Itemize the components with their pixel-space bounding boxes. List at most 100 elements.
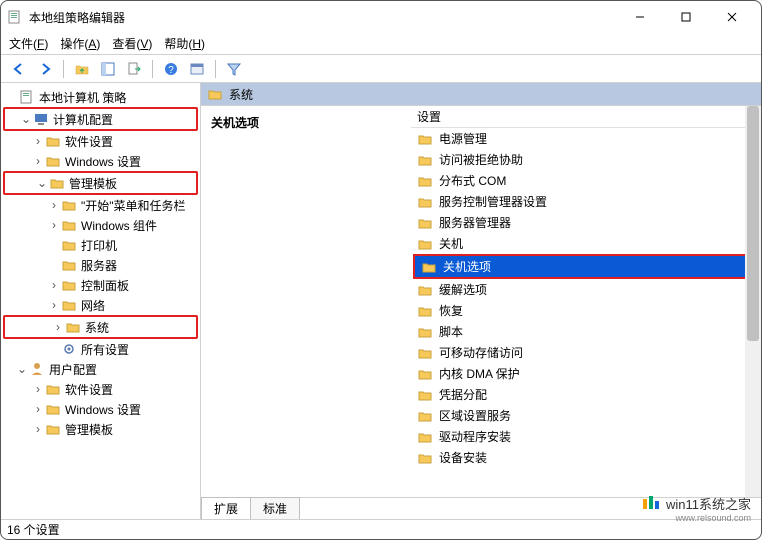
list-item[interactable]: 关机选项 [415, 256, 757, 277]
content-header: 系统 [201, 83, 761, 105]
list-item[interactable]: 设备安装 [411, 447, 761, 468]
list-item[interactable]: 服务器管理器 [411, 212, 761, 233]
tree-item[interactable]: ›Windows 设置 [1, 399, 200, 419]
chevron-right-icon[interactable]: › [31, 422, 45, 436]
folder-icon [417, 173, 433, 189]
list-item[interactable]: 电源管理 [411, 128, 761, 149]
scroll-thumb[interactable] [747, 106, 759, 341]
toolbar-separator [215, 60, 216, 78]
chevron-right-icon[interactable]: › [47, 198, 61, 212]
scrollbar[interactable] [745, 106, 761, 497]
app-icon [7, 9, 23, 25]
tree-item-admin-templates[interactable]: ⌄ 管理模板 [5, 173, 196, 193]
svg-text:?: ? [168, 65, 174, 76]
chevron-down-icon[interactable]: ⌄ [35, 176, 49, 190]
folder-icon [49, 175, 65, 191]
menu-view[interactable]: 查看(V) [112, 35, 152, 52]
tab-standard[interactable]: 标准 [250, 497, 300, 519]
list-item[interactable]: 可移动存储访问 [411, 342, 761, 363]
toolbar-separator [63, 60, 64, 78]
list-item[interactable]: 脚本 [411, 321, 761, 342]
chevron-right-icon[interactable]: › [31, 134, 45, 148]
help-button[interactable]: ? [159, 57, 183, 81]
tree-item[interactable]: ›软件设置 [1, 131, 200, 151]
list-item[interactable]: 分布式 COM [411, 170, 761, 191]
chevron-right-icon[interactable]: › [47, 298, 61, 312]
list-item[interactable]: 内核 DMA 保护 [411, 363, 761, 384]
list-item[interactable]: 缓解选项 [411, 279, 761, 300]
tree-item-computer-config[interactable]: ⌄ 计算机配置 [5, 109, 196, 129]
folder-icon [65, 319, 81, 335]
tree-item[interactable]: ›Windows 组件 [1, 215, 200, 235]
properties-button[interactable] [185, 57, 209, 81]
tree-label: 所有设置 [81, 341, 129, 358]
tab-extended[interactable]: 扩展 [201, 497, 251, 519]
list-item[interactable]: 访问被拒绝协助 [411, 149, 761, 170]
forward-button[interactable] [33, 57, 57, 81]
folder-icon [417, 450, 433, 466]
tree-item[interactable]: 服务器 [1, 255, 200, 275]
settings-list: 电源管理访问被拒绝协助分布式 COM服务控制管理器设置服务器管理器关机关机选项缓… [411, 128, 761, 497]
list-item[interactable]: 服务控制管理器设置 [411, 191, 761, 212]
chevron-right-icon[interactable]: › [51, 320, 65, 334]
folder-icon [45, 133, 61, 149]
list-item-label: 脚本 [439, 323, 463, 340]
back-button[interactable] [7, 57, 31, 81]
list-item[interactable]: 关机 [411, 233, 761, 254]
tree-root[interactable]: 本地计算机 策略 [1, 87, 200, 107]
folder-icon [417, 282, 433, 298]
list-item-label: 内核 DMA 保护 [439, 365, 520, 382]
show-hide-tree-button[interactable] [96, 57, 120, 81]
tree-item[interactable]: 所有设置 [1, 339, 200, 359]
maximize-button[interactable] [663, 1, 709, 33]
folder-icon [421, 259, 437, 275]
up-button[interactable] [70, 57, 94, 81]
title-bar: 本地组策略编辑器 [1, 1, 761, 33]
export-list-button[interactable] [122, 57, 146, 81]
tree-item-user-config[interactable]: ⌄用户配置 [1, 359, 200, 379]
tree-item[interactable]: › 控制面板 [1, 275, 200, 295]
list-item-label: 区域设置服务 [439, 407, 511, 424]
list-item[interactable]: 区域设置服务 [411, 405, 761, 426]
user-icon [29, 361, 45, 377]
minimize-button[interactable] [617, 1, 663, 33]
folder-icon [417, 345, 433, 361]
tree-item[interactable]: ›管理模板 [1, 419, 200, 439]
folder-icon [61, 217, 77, 233]
column-header-settings[interactable]: 设置 [411, 106, 761, 128]
close-button[interactable] [709, 1, 755, 33]
menu-help[interactable]: 帮助(H) [164, 35, 205, 52]
tree-item[interactable]: ›"开始"菜单和任务栏 [1, 195, 200, 215]
selected-item-highlight: 关机选项 [413, 254, 759, 279]
tree-label: 服务器 [81, 257, 117, 274]
description-pane: 关机选项 [201, 106, 411, 497]
list-item[interactable]: 驱动程序安装 [411, 426, 761, 447]
folder-icon [417, 194, 433, 210]
list-item-label: 关机选项 [443, 258, 491, 275]
tree-label: 计算机配置 [53, 111, 113, 128]
menu-file[interactable]: 文件(F) [9, 35, 48, 52]
tree-item[interactable]: ›网络 [1, 295, 200, 315]
folder-icon [417, 366, 433, 382]
folder-icon [417, 236, 433, 252]
tree-label: 管理模板 [69, 175, 117, 192]
folder-icon [61, 297, 77, 313]
menu-action[interactable]: 操作(A) [60, 35, 100, 52]
list-item[interactable]: 恢复 [411, 300, 761, 321]
chevron-right-icon[interactable]: › [47, 218, 61, 232]
tree-item-system[interactable]: ›系统 [5, 317, 196, 337]
list-item[interactable]: 凭据分配 [411, 384, 761, 405]
folder-icon [417, 408, 433, 424]
tree-item[interactable]: ›软件设置 [1, 379, 200, 399]
filter-button[interactable] [222, 57, 246, 81]
tree-item[interactable]: ›Windows 设置 [1, 151, 200, 171]
chevron-right-icon[interactable]: › [31, 382, 45, 396]
list-item-label: 驱动程序安装 [439, 428, 511, 445]
chevron-down-icon[interactable]: ⌄ [19, 112, 33, 126]
tree-label: 控制面板 [81, 277, 129, 294]
chevron-right-icon[interactable]: › [31, 154, 45, 168]
tree-item[interactable]: 打印机 [1, 235, 200, 255]
chevron-right-icon[interactable]: › [47, 278, 61, 292]
chevron-right-icon[interactable]: › [31, 402, 45, 416]
chevron-down-icon[interactable]: ⌄ [15, 362, 29, 376]
